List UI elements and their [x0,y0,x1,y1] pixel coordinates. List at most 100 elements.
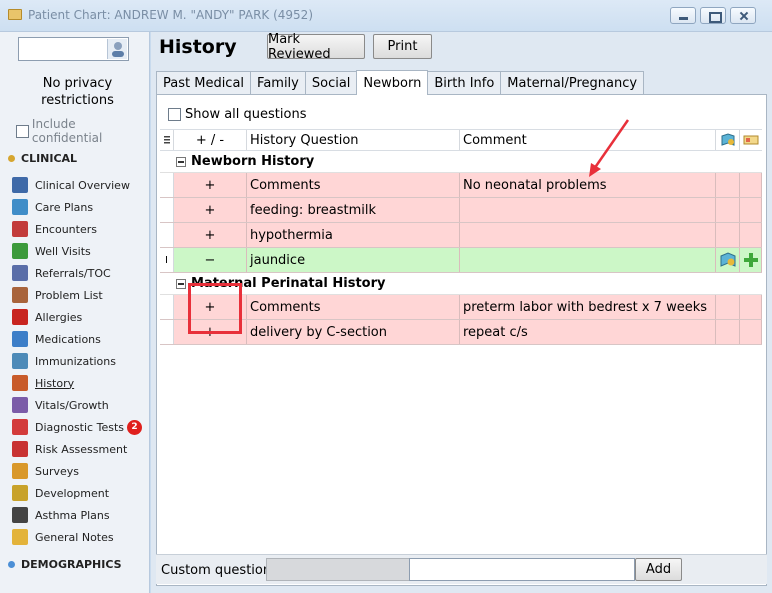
edit-cell[interactable] [716,248,740,272]
mark-reviewed-button[interactable]: Mark Reviewed [267,32,365,62]
demographics-section-header[interactable]: DEMOGRAPHICS [8,558,122,571]
table-row[interactable]: + hypothermia [160,223,762,248]
sidebar-item-referrals-toc[interactable]: Referrals/TOC [12,263,147,283]
comment-cell[interactable]: repeat c/s [460,320,716,344]
medications-icon [12,331,28,347]
edit-cell[interactable] [716,223,740,247]
sidebar-item-medications[interactable]: Medications [12,329,147,349]
edit-cell[interactable] [716,295,740,319]
table-row[interactable]: + delivery by C-section repeat c/s [160,320,762,345]
include-confidential-checkbox[interactable]: Include confidential [16,117,149,145]
question-cell[interactable]: Comments [247,173,460,197]
row-indicator [160,223,174,247]
action-cell[interactable] [740,223,762,247]
table-row[interactable]: + feeding: breastmilk [160,198,762,223]
col-book-icon [716,130,740,150]
sidebar-item-label: Problem List [35,288,103,302]
plus-minus-cell[interactable]: − [174,248,247,272]
sidebar-item-label: Immunizations [35,354,116,368]
col-history-question[interactable]: History Question [247,130,460,150]
add-icon[interactable] [743,252,759,268]
plus-minus-cell[interactable]: + [174,173,247,197]
window-title: Patient Chart: ANDREW M. "ANDY" PARK (49… [28,8,313,22]
tab-family[interactable]: Family [250,71,306,94]
group-header[interactable]: Newborn History [160,151,762,173]
question-cell[interactable]: hypothermia [247,223,460,247]
collapse-toggle-icon[interactable] [176,156,186,167]
comment-cell[interactable] [460,198,716,222]
action-cell[interactable] [740,173,762,197]
table-row[interactable]: + Comments No neonatal problems [160,173,762,198]
custom-question-input[interactable] [409,558,635,581]
edit-cell[interactable] [716,173,740,197]
plus-minus-cell[interactable]: + [174,198,247,222]
sidebar-item-encounters[interactable]: Encounters [12,219,147,239]
row-indicator [160,198,174,222]
comment-cell[interactable]: preterm labor with bedrest x 7 weeks [460,295,716,319]
sidebar-item-well-visits[interactable]: Well Visits [12,241,147,261]
sidebar-item-immunizations[interactable]: Immunizations [12,351,147,371]
group-header[interactable]: Maternal Perinatal History [160,273,762,295]
tab-social[interactable]: Social [304,71,358,94]
history-tabs: Past Medical Family Social Newborn Birth Inf… [156,70,645,95]
sidebar-item-diagnostic-tests[interactable]: Diagnostic Tests 2 [12,417,147,437]
encounters-icon [12,221,28,237]
tab-maternal-pregnancy[interactable]: Maternal/Pregnancy [500,71,645,94]
checkbox-box[interactable] [16,124,29,138]
collapse-toggle-icon[interactable] [176,278,186,289]
minimize-button[interactable] [670,7,696,24]
show-all-questions-checkbox[interactable]: Show all questions [168,107,306,122]
table-row[interactable]: + Comments preterm labor with bedrest x 7 … [160,295,762,320]
question-cell[interactable]: delivery by C-section [247,320,460,344]
sidebar-item-problem-list[interactable]: Problem List [12,285,147,305]
sidebar-item-surveys[interactable]: Surveys [12,461,147,481]
title-bar: Patient Chart: ANDREW M. "ANDY" PARK (49… [0,0,772,32]
add-button[interactable]: Add [635,558,682,581]
close-button[interactable] [730,7,756,24]
patient-search-input[interactable] [18,37,129,61]
reference-book-icon[interactable] [719,252,737,268]
checkbox-box[interactable] [168,108,181,121]
tab-newborn[interactable]: Newborn [356,70,429,95]
clinical-section-header[interactable]: CLINICAL [8,152,77,165]
col-plus-minus[interactable]: + / - [174,130,247,150]
plus-minus-cell[interactable]: + [174,223,247,247]
clinical-header-label: CLINICAL [21,152,78,165]
sidebar: No privacy restrictions Include confiden… [0,32,150,593]
col-comment[interactable]: Comment [460,130,716,150]
custom-question-category[interactable] [266,558,410,581]
sidebar-item-care-plans[interactable]: Care Plans [12,197,147,217]
comment-cell[interactable]: No neonatal problems [460,173,716,197]
sidebar-item-general-notes[interactable]: General Notes [12,527,147,547]
action-cell[interactable] [740,198,762,222]
development-icon [12,485,28,501]
question-cell[interactable]: Comments [247,295,460,319]
action-cell[interactable] [740,320,762,344]
print-button[interactable]: Print [373,34,432,59]
action-cell[interactable] [740,295,762,319]
question-cell[interactable]: jaundice [247,248,460,272]
sidebar-item-risk-assessment[interactable]: Risk Assessment [12,439,147,459]
comment-cell[interactable] [460,223,716,247]
sidebar-item-vitals-growth[interactable]: Vitals/Growth [12,395,147,415]
history-icon [12,375,28,391]
edit-cell[interactable] [716,320,740,344]
sidebar-item-label: Medications [35,332,101,346]
sidebar-item-clinical-overview[interactable]: Clinical Overview [12,175,147,195]
sidebar-item-allergies[interactable]: Allergies [12,307,147,327]
sidebar-item-development[interactable]: Development [12,483,147,503]
table-row[interactable]: I − jaundice [160,248,762,273]
action-cell[interactable] [740,248,762,272]
tab-past-medical[interactable]: Past Medical [156,71,252,94]
maximize-button[interactable] [700,7,726,24]
row-menu-icon[interactable] [160,130,174,150]
text-cursor-icon: I [165,254,168,266]
comment-cell[interactable] [460,248,716,272]
edit-cell[interactable] [716,198,740,222]
custom-question-label: Custom question: [161,563,276,578]
patient-lookup-icon[interactable] [107,39,127,59]
sidebar-item-asthma-plans[interactable]: Asthma Plans [12,505,147,525]
tab-birth-info[interactable]: Birth Info [427,71,502,94]
sidebar-item-history[interactable]: History [12,373,147,393]
question-cell[interactable]: feeding: breastmilk [247,198,460,222]
